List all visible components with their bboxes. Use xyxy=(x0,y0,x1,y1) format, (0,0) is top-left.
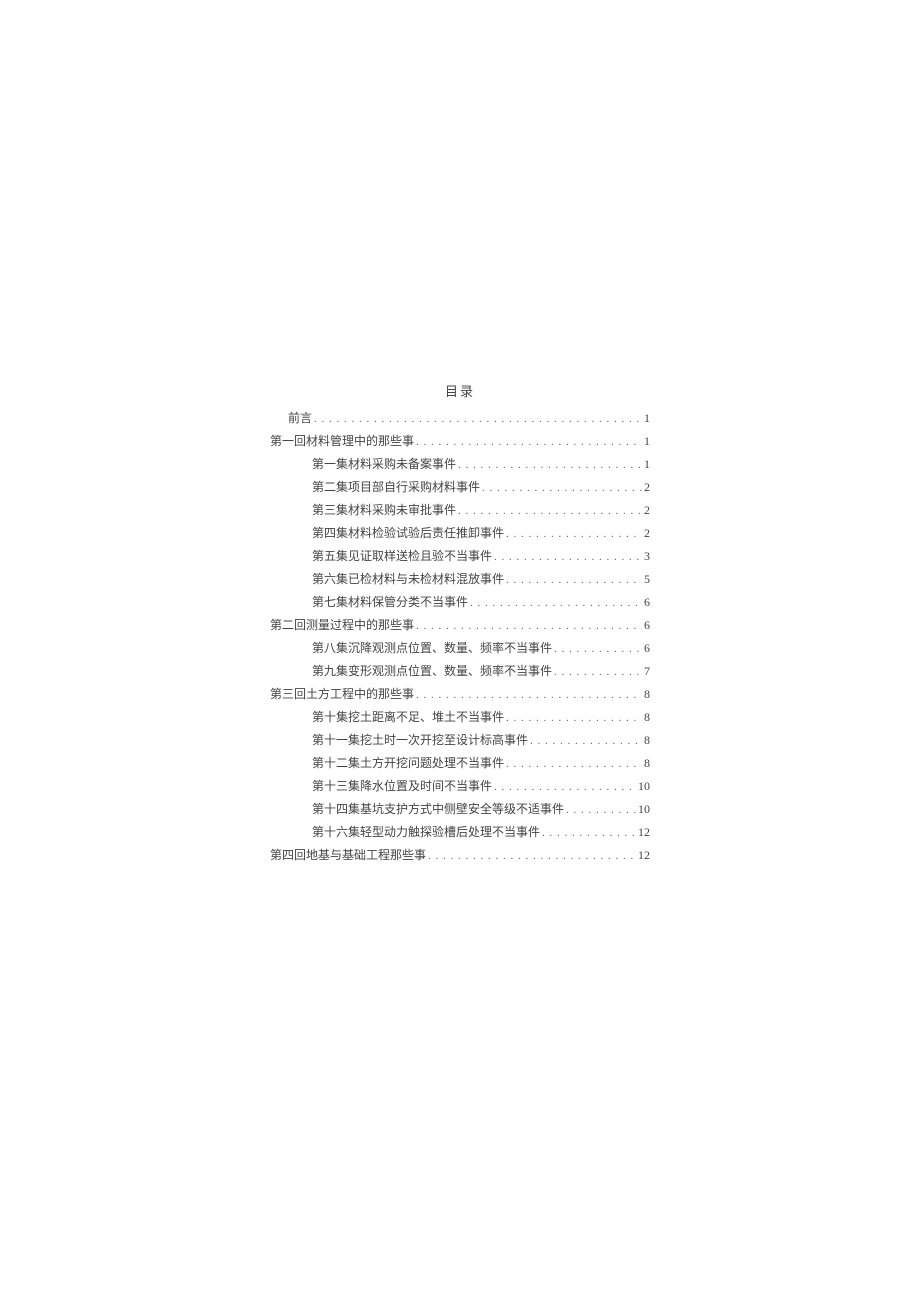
toc-entry: 第一回材料管理中的那些事 1 xyxy=(270,435,650,448)
document-page: 目录 前言 1 第一回材料管理中的那些事 1 第一集材料采购未备案事件 1 第二集项目部自行… xyxy=(0,0,920,1301)
toc-leader-dots xyxy=(492,782,636,793)
toc-entry-page: 1 xyxy=(642,435,650,447)
toc-entry-label: 第四回地基与基础工程那些事 xyxy=(270,849,426,861)
toc-entry-label: 第五集见证取样送检且验不当事件 xyxy=(312,550,492,562)
toc-leader-dots xyxy=(504,759,642,770)
toc-entry: 第五集见证取样送检且验不当事件 3 xyxy=(270,550,650,563)
toc-leader-dots xyxy=(414,437,642,448)
toc-entry-label: 第一回材料管理中的那些事 xyxy=(270,435,414,447)
toc-leader-dots xyxy=(480,483,642,494)
toc-entry-page: 3 xyxy=(642,550,650,562)
toc-entry-page: 6 xyxy=(642,619,650,631)
toc-entry-label: 第九集变形观测点位置、数量、频率不当事件 xyxy=(312,665,552,677)
toc-entry-label: 第四集材料检验试验后责任推卸事件 xyxy=(312,527,504,539)
toc-leader-dots xyxy=(552,644,642,655)
toc-entry: 第三回土方工程中的那些事 8 xyxy=(270,688,650,701)
toc-entry-label: 第十三集降水位置及时间不当事件 xyxy=(312,780,492,792)
toc-entry-page: 10 xyxy=(636,780,650,792)
toc-entry-page: 6 xyxy=(642,596,650,608)
toc-entry-label: 第十四集基坑支护方式中侧壁安全等级不适事件 xyxy=(312,803,564,815)
toc-leader-dots xyxy=(414,621,642,632)
toc-entry: 前言 1 xyxy=(270,412,650,425)
toc-entry: 第四集材料检验试验后责任推卸事件 2 xyxy=(270,527,650,540)
toc-entry-label: 第三集材料采购未审批事件 xyxy=(312,504,456,516)
toc-entry-page: 8 xyxy=(642,757,650,769)
toc-leader-dots xyxy=(552,667,642,678)
toc-entry-page: 12 xyxy=(636,849,650,861)
toc-entry: 第一集材料采购未备案事件 1 xyxy=(270,458,650,471)
toc-entry: 第九集变形观测点位置、数量、频率不当事件 7 xyxy=(270,665,650,678)
toc-entry-label: 第十二集土方开挖问题处理不当事件 xyxy=(312,757,504,769)
toc-entry-page: 10 xyxy=(636,803,650,815)
toc-entry-label: 第一集材料采购未备案事件 xyxy=(312,458,456,470)
toc-entry-label: 第二集项目部自行采购材料事件 xyxy=(312,481,480,493)
table-of-contents: 目录 前言 1 第一回材料管理中的那些事 1 第一集材料采购未备案事件 1 第二集项目部自行… xyxy=(270,385,650,862)
toc-entry: 第十六集轻型动力触探验槽后处理不当事件 12 xyxy=(270,826,650,839)
toc-entry: 第三集材料采购未审批事件 2 xyxy=(270,504,650,517)
toc-leader-dots xyxy=(456,506,642,517)
toc-entry-page: 2 xyxy=(642,504,650,516)
toc-body: 前言 1 第一回材料管理中的那些事 1 第一集材料采购未备案事件 1 第二集项目部自行采购材… xyxy=(270,412,650,862)
toc-entry-page: 5 xyxy=(642,573,650,585)
toc-leader-dots xyxy=(504,529,642,540)
toc-entry: 第二回测量过程中的那些事 6 xyxy=(270,619,650,632)
toc-entry-page: 7 xyxy=(642,665,650,677)
toc-entry: 第四回地基与基础工程那些事 12 xyxy=(270,849,650,862)
toc-entry: 第十集挖土距离不足、堆土不当事件 8 xyxy=(270,711,650,724)
toc-entry-page: 1 xyxy=(642,458,650,470)
toc-leader-dots xyxy=(468,598,642,609)
toc-entry-label: 第十集挖土距离不足、堆土不当事件 xyxy=(312,711,504,723)
toc-entry: 第二集项目部自行采购材料事件 2 xyxy=(270,481,650,494)
toc-entry-page: 6 xyxy=(642,642,650,654)
toc-entry-label: 第二回测量过程中的那些事 xyxy=(270,619,414,631)
toc-leader-dots xyxy=(540,828,636,839)
toc-entry-label: 第七集材料保管分类不当事件 xyxy=(312,596,468,608)
toc-entry: 第十一集挖土时一次开挖至设计标高事件 8 xyxy=(270,734,650,747)
toc-entry: 第六集已检材料与未检材料混放事件 5 xyxy=(270,573,650,586)
toc-leader-dots xyxy=(492,552,642,563)
toc-entry-page: 8 xyxy=(642,711,650,723)
toc-entry: 第十二集土方开挖问题处理不当事件 8 xyxy=(270,757,650,770)
toc-leader-dots xyxy=(504,575,642,586)
toc-leader-dots xyxy=(564,805,636,816)
toc-leader-dots xyxy=(504,713,642,724)
toc-entry-page: 8 xyxy=(642,734,650,746)
toc-leader-dots xyxy=(426,851,636,862)
toc-entry-label: 第十六集轻型动力触探验槽后处理不当事件 xyxy=(312,826,540,838)
toc-entry-label: 第三回土方工程中的那些事 xyxy=(270,688,414,700)
toc-leader-dots xyxy=(528,736,642,747)
toc-entry-page: 8 xyxy=(642,688,650,700)
toc-entry-label: 前言 xyxy=(288,412,312,424)
toc-entry-label: 第十一集挖土时一次开挖至设计标高事件 xyxy=(312,734,528,746)
toc-entry: 第十四集基坑支护方式中侧壁安全等级不适事件 10 xyxy=(270,803,650,816)
toc-entry: 第十三集降水位置及时间不当事件 10 xyxy=(270,780,650,793)
toc-entry-page: 2 xyxy=(642,527,650,539)
toc-entry-label: 第六集已检材料与未检材料混放事件 xyxy=(312,573,504,585)
toc-entry: 第八集沉降观测点位置、数量、频率不当事件 6 xyxy=(270,642,650,655)
toc-entry: 第七集材料保管分类不当事件 6 xyxy=(270,596,650,609)
toc-entry-page: 12 xyxy=(636,826,650,838)
toc-leader-dots xyxy=(414,690,642,701)
toc-leader-dots xyxy=(312,414,642,425)
toc-entry-label: 第八集沉降观测点位置、数量、频率不当事件 xyxy=(312,642,552,654)
toc-title: 目录 xyxy=(270,385,650,398)
toc-leader-dots xyxy=(456,460,642,471)
toc-entry-page: 1 xyxy=(642,412,650,424)
toc-entry-page: 2 xyxy=(642,481,650,493)
